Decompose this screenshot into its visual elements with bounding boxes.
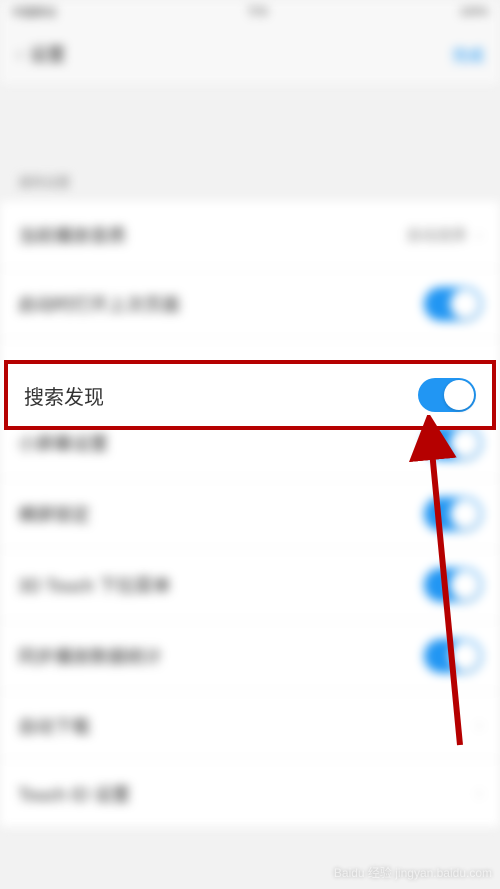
setting-row-startup[interactable]: 启动时打开上次页面 [0,269,500,340]
toggle-knob [444,380,474,410]
time-text: 下午 [247,4,269,20]
setting-label: 3D Touch 下拉菜单 [18,572,171,598]
toggle-knob [450,289,480,319]
chevron-left-icon: ‹ [16,41,23,67]
setting-label: 启动时打开上次页面 [18,291,180,317]
toggle-knob [450,641,480,671]
toggle-knob [450,428,480,458]
setting-row-3dtouch[interactable]: 3D Touch 下拉菜单 [0,550,500,621]
setting-label: 搜索发现 [24,381,104,410]
toggle-knob [450,499,480,529]
nav-title: 设置 [29,41,65,67]
toggle-switch[interactable] [424,639,482,673]
battery-text: 100% [460,6,488,18]
setting-label: 同步播放数据统计 [18,643,162,669]
watermark: Baidu 经验 jingyan.baidu.com [334,864,492,881]
setting-row-autodownload[interactable]: 自动下载 › [0,692,500,760]
nav-done-button[interactable]: 完成 [452,42,484,66]
setting-row-quality[interactable]: 当前播放音质 自动选择 › [0,201,500,269]
toggle-switch[interactable] [424,568,482,602]
status-bar: 中国移动 下午 100% [0,0,500,24]
setting-row-landscape[interactable]: 横屏锁定 [0,479,500,550]
setting-label: 当前播放音质 [18,222,126,248]
chevron-right-icon: › [477,227,482,244]
chevron-right-icon: › [477,785,482,803]
setting-label: 横屏锁定 [18,501,90,527]
setting-row-search-discovery[interactable]: 搜索发现 [4,360,496,430]
chevron-right-icon: › [477,717,482,735]
settings-list: 当前播放音质 自动选择 › 启动时打开上次页面 小屏幕设置 横屏锁定 [0,201,500,828]
back-button[interactable]: ‹ 设置 [16,41,65,67]
toggle-knob [450,570,480,600]
setting-label: 自动下载 [18,713,90,739]
setting-label: Touch ID 设置 [18,781,130,807]
setting-detail: 自动选择 › [406,224,482,245]
setting-label: 小屏幕设置 [18,430,108,456]
section-header: 通用设置 [0,144,500,201]
toggle-switch[interactable] [424,287,482,321]
navigation-bar: ‹ 设置 完成 [0,24,500,84]
toggle-switch[interactable] [424,497,482,531]
setting-row-sync[interactable]: 同步播放数据统计 [0,621,500,692]
setting-row-touchid[interactable]: Touch ID 设置 › [0,760,500,828]
carrier-text: 中国移动 [12,4,56,20]
toggle-switch[interactable] [424,426,482,460]
toggle-search-discovery[interactable] [418,378,476,412]
